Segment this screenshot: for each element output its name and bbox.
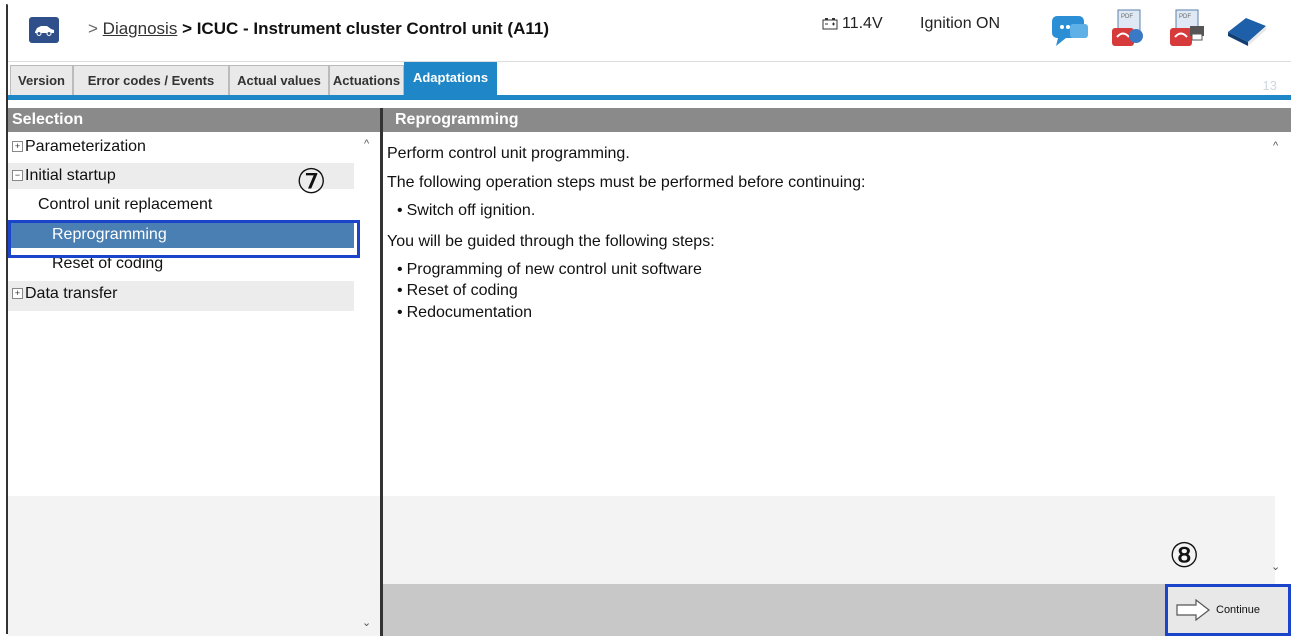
intro-text: Perform control unit programming. [387, 145, 630, 162]
continue-label: Continue [1216, 604, 1261, 616]
breadcrumb-diagnosis-link[interactable]: Diagnosis [103, 19, 178, 38]
detail-pane: Perform control unit programming. The fo… [383, 132, 1291, 636]
tab-bar: Version Error codes / Events Actual valu… [8, 61, 1291, 96]
car-icon [35, 26, 54, 36]
selection-header: Selection [8, 108, 380, 132]
scroll-down-icon[interactable]: ⌄ [1271, 560, 1280, 573]
annotation-marker-8: ⑧ [1169, 537, 1200, 575]
tree-item-label: Data transfer [25, 285, 118, 302]
collapse-icon[interactable]: − [12, 170, 23, 182]
scroll-down-icon[interactable]: ⌄ [362, 616, 371, 629]
guided-step-item: Reset of coding [397, 282, 518, 300]
battery-icon [822, 18, 838, 30]
faint-label: 13 [1262, 78, 1277, 93]
arrow-right-icon [1176, 599, 1210, 621]
right-pane-filler [383, 496, 1275, 584]
vehicle-button[interactable] [29, 17, 59, 43]
scroll-up-icon[interactable]: ^ [1273, 140, 1278, 152]
guided-heading: You will be guided through the following… [387, 233, 715, 250]
guided-step-item: Redocumentation [397, 304, 532, 322]
expand-icon[interactable]: + [12, 288, 23, 300]
tree-item-data-transfer[interactable]: + Data transfer [8, 281, 354, 311]
tab-actuations[interactable]: Actuations [329, 65, 404, 95]
chat-icon[interactable] [1050, 8, 1092, 50]
annotation-marker-7: ⑦ [296, 163, 327, 201]
selection-tree: + Parameterization − Initial startup Contr… [8, 132, 380, 636]
tab-actual-values[interactable]: Actual values [229, 65, 329, 95]
header-bar: > Diagnosis > ICUC - Instrument cluster … [8, 0, 1291, 60]
svg-text:PDF: PDF [1179, 14, 1191, 20]
tree-item-parameterization[interactable]: + Parameterization [8, 134, 354, 160]
tree-item-label: Control unit replacement [38, 196, 213, 213]
breadcrumb: > Diagnosis > ICUC - Instrument cluster … [88, 19, 549, 39]
continue-button[interactable]: Continue [1170, 589, 1286, 631]
tab-adaptations[interactable]: Adaptations [404, 62, 497, 96]
breadcrumb-separator: > [88, 19, 98, 38]
annotation-highlight-box [8, 220, 360, 258]
svg-text:PDF: PDF [1121, 14, 1133, 20]
continue-highlight-box: Continue [1165, 584, 1291, 636]
tab-error-codes-events[interactable]: Error codes / Events [73, 65, 229, 95]
scroll-up-icon[interactable]: ^ [364, 138, 369, 150]
battery-voltage: 11.4V [822, 15, 883, 33]
tree-item-label: Initial startup [25, 167, 116, 184]
tab-underline-bar [8, 95, 1291, 100]
expand-icon[interactable]: + [12, 141, 23, 153]
pre-step-item: Switch off ignition. [397, 202, 536, 220]
guided-step-item: Programming of new control unit software [397, 261, 702, 279]
tab-version[interactable]: Version [10, 65, 73, 95]
pdf-print-icon[interactable]: PDF [1108, 8, 1150, 50]
tree-item-label: Parameterization [25, 138, 146, 155]
left-pane-filler [8, 496, 380, 636]
detail-header: Reprogramming [383, 108, 1291, 132]
action-footer [383, 584, 1291, 636]
pre-steps-heading: The following operation steps must be pe… [387, 174, 866, 191]
voltage-value: 11.4V [842, 15, 883, 32]
manual-book-icon[interactable] [1224, 8, 1266, 50]
ignition-status: Ignition ON [920, 15, 1001, 32]
page-title: > ICUC - Instrument cluster Control unit… [182, 19, 550, 38]
pdf-save-icon[interactable]: PDF [1166, 8, 1208, 50]
